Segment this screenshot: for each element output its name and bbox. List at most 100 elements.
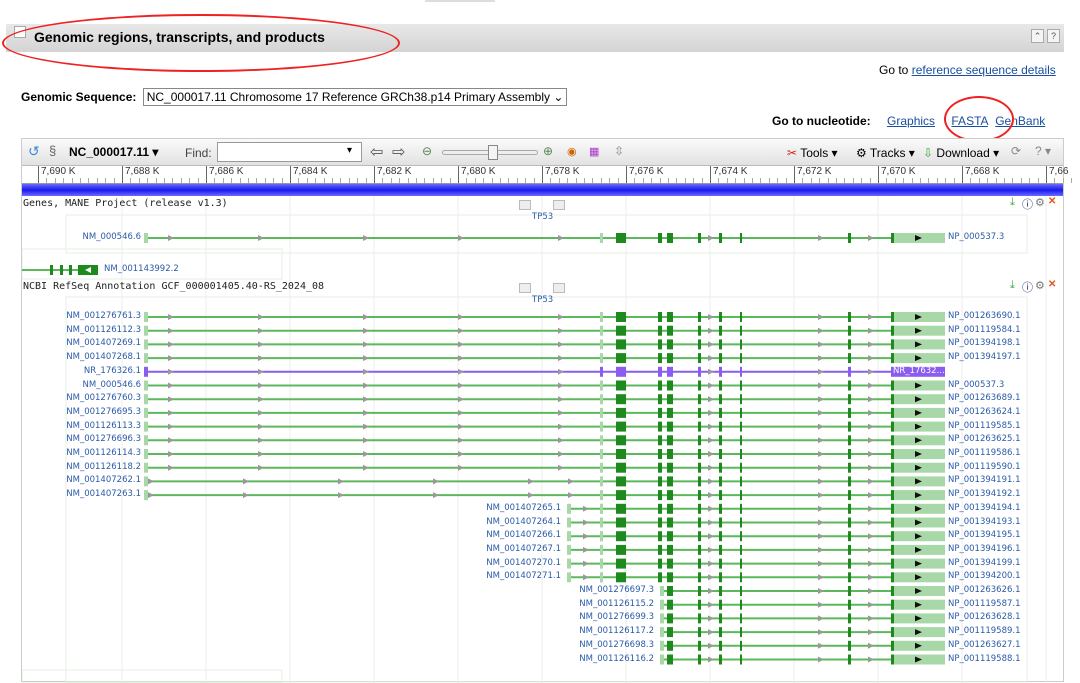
protein-label[interactable]: NP_001394199.1 — [948, 558, 1021, 568]
tools-menu[interactable]: ✂ Tools ▾ — [787, 146, 838, 160]
transcript-label[interactable]: NM_001407269.1 — [66, 338, 141, 348]
protein-label[interactable]: NP_001119585.1 — [948, 421, 1021, 431]
protein-label[interactable]: NP_001119589.1 — [948, 626, 1021, 636]
exon — [658, 233, 662, 243]
protein-label[interactable]: NP_001119584.1 — [948, 325, 1021, 335]
arrow-left-icon[interactable]: ⇦ — [370, 142, 383, 162]
protein-label[interactable]: NP_001263689.1 — [948, 393, 1021, 403]
page-prev-button[interactable] — [519, 283, 531, 293]
zoom-out-icon[interactable]: ⊖ — [422, 144, 432, 158]
protein-label[interactable]: NP_001394194.1 — [948, 503, 1021, 513]
transcript-label[interactable]: NM_001126117.2 — [579, 626, 654, 636]
back-icon[interactable]: ↺ — [28, 143, 40, 160]
transcript-label[interactable]: NM_001407267.1 — [486, 544, 561, 554]
arrow-right-icon[interactable]: ⇨ — [392, 142, 405, 162]
protein-label[interactable]: NP_001263625.1 — [948, 434, 1021, 444]
exon — [660, 600, 664, 610]
transcript-end-label[interactable]: NR_17632... — [893, 366, 945, 376]
transcript-label[interactable]: NM_001143992.2 — [104, 264, 179, 274]
transcript-label[interactable]: NM_001407270.1 — [486, 558, 561, 568]
download-icon[interactable]: ⤓ — [1010, 196, 1015, 209]
page-next-button[interactable] — [553, 200, 565, 210]
transcript-label[interactable]: NM_001276760.3 — [66, 393, 141, 403]
protein-label[interactable]: NP_001263627.1 — [948, 640, 1021, 650]
help-button[interactable]: ? — [1047, 29, 1060, 43]
transcript-label[interactable]: NM_001407262.1 — [66, 475, 141, 485]
transcript-label[interactable]: NM_001407265.1 — [486, 503, 561, 513]
sequence-icon[interactable]: ◉ — [567, 145, 577, 158]
transcript-label[interactable]: NM_001276761.3 — [66, 311, 141, 321]
transcript-label[interactable]: NM_001276698.3 — [579, 640, 654, 650]
close-icon[interactable]: ✕ — [1048, 196, 1056, 207]
page-next-button[interactable] — [553, 283, 565, 293]
transcript-label[interactable]: NM_000546.6 — [83, 380, 142, 390]
protein-label[interactable]: NP_001394196.1 — [948, 544, 1021, 554]
find-input[interactable] — [217, 142, 362, 162]
transcript-label[interactable]: NM_001407264.1 — [486, 517, 561, 527]
transcript-label[interactable]: NM_001126116.2 — [579, 654, 654, 664]
help-icon[interactable]: ? ▾ — [1035, 144, 1051, 158]
protein-label[interactable]: NP_001263626.1 — [948, 585, 1021, 595]
ruler-tick: 7,670 K — [878, 166, 915, 183]
protein-label[interactable]: NP_001119586.1 — [948, 448, 1021, 458]
gene-label: TP53 — [532, 212, 553, 222]
transcript-label[interactable]: NM_001407271.1 — [486, 571, 561, 581]
protein-label[interactable]: NP_000537.3 — [948, 380, 1004, 390]
protein-label[interactable]: NP_000537.3 — [948, 232, 1004, 242]
download-icon[interactable]: ⤓ — [1010, 279, 1015, 292]
find-dropdown[interactable]: ▾ — [347, 145, 352, 156]
protein-label[interactable]: NP_001394192.1 — [948, 489, 1021, 499]
color-grid-icon[interactable]: ▦ — [589, 145, 599, 158]
transcript-label[interactable]: NM_001276695.3 — [66, 407, 141, 417]
info-icon[interactable]: ⓘ — [1022, 196, 1033, 212]
download-menu[interactable]: ⇩ Download ▾ — [923, 146, 999, 160]
transcript-label[interactable]: NM_001407268.1 — [66, 352, 141, 362]
ruler-minor-tick — [903, 178, 904, 183]
genomic-sequence-select[interactable]: NC_000017.11 Chromosome 17 Reference GRC… — [143, 88, 568, 106]
link-icon[interactable]: § — [49, 143, 56, 158]
collapse-button[interactable]: ⌃ — [1031, 29, 1044, 43]
zoom-in-icon[interactable]: ⊕ — [543, 144, 553, 158]
transcript-label[interactable]: NM_001126115.2 — [579, 599, 654, 609]
tracks-menu[interactable]: ⚙ Tracks ▾ — [856, 146, 915, 160]
transcript-label[interactable]: NR_176326.1 — [84, 366, 141, 376]
protein-label[interactable]: NP_001394191.1 — [948, 475, 1021, 485]
transcript-label[interactable]: NM_001126112.3 — [66, 325, 141, 335]
info-icon[interactable]: ⓘ — [1022, 279, 1033, 295]
transcript-label[interactable]: NM_001276697.3 — [579, 585, 654, 595]
transcript-label[interactable]: NM_001276699.3 — [579, 612, 654, 622]
protein-label[interactable]: NP_001263624.1 — [948, 407, 1021, 417]
transcript-label[interactable]: NM_001126114.3 — [66, 448, 141, 458]
transcript-label[interactable]: NM_001407266.1 — [486, 530, 561, 540]
protein-label[interactable]: NP_001119590.1 — [948, 462, 1021, 472]
settings-icon[interactable]: ⚙ — [1035, 279, 1045, 292]
protein-label[interactable]: NP_001394197.1 — [948, 352, 1021, 362]
transcript-label[interactable]: NM_001276696.3 — [66, 434, 141, 444]
transcript-label[interactable]: NM_001126118.2 — [66, 462, 141, 472]
close-icon[interactable]: ✕ — [1048, 279, 1056, 290]
transcript-label[interactable]: NM_001407263.1 — [66, 489, 141, 499]
refresh-icon[interactable]: ⟳ — [1011, 144, 1021, 158]
strand-arrow — [868, 478, 874, 484]
protein-label[interactable]: NP_001263690.1 — [948, 311, 1021, 321]
protein-label[interactable]: NP_001263628.1 — [948, 612, 1021, 622]
graphics-link[interactable]: Graphics — [887, 114, 935, 128]
protein-label[interactable]: NP_001394200.1 — [948, 571, 1021, 581]
transcript-label[interactable]: NM_000546.6 — [83, 232, 142, 242]
exon — [600, 394, 603, 404]
fit-icon[interactable]: ⇳ — [614, 144, 624, 158]
page-prev-button[interactable] — [519, 200, 531, 210]
protein-label[interactable]: NP_001394195.1 — [948, 530, 1021, 540]
settings-icon[interactable]: ⚙ — [1035, 196, 1045, 209]
protein-label[interactable]: NP_001394198.1 — [948, 338, 1021, 348]
protein-label[interactable]: NP_001119588.1 — [948, 654, 1021, 664]
exon — [698, 312, 701, 322]
zoom-slider-handle[interactable] — [488, 145, 498, 160]
reference-sequence-details-link[interactable]: reference sequence details — [912, 63, 1056, 77]
accession-menu[interactable]: NC_000017.11 ▾ — [69, 145, 158, 159]
protein-label[interactable]: NP_001119587.1 — [948, 599, 1021, 609]
protein-label[interactable]: NP_001394193.1 — [948, 517, 1021, 527]
strand-arrow — [818, 451, 824, 457]
strand-arrow — [708, 369, 714, 375]
transcript-label[interactable]: NM_001126113.3 — [66, 421, 141, 431]
